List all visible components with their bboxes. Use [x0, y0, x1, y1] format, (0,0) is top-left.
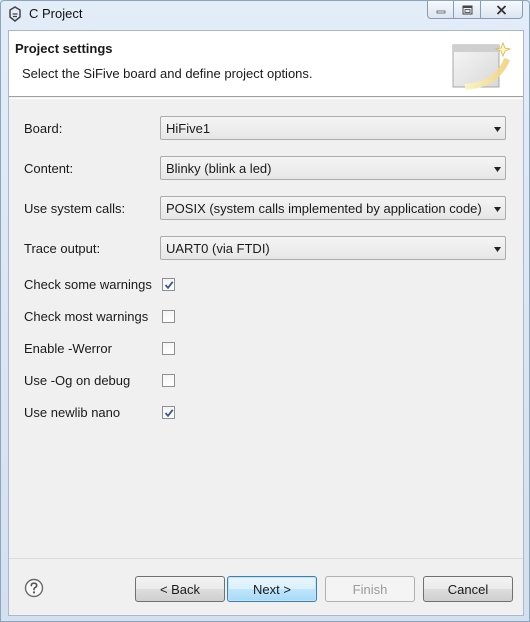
check-some-warnings-checkbox[interactable]	[162, 278, 175, 291]
wizard-banner-icon	[452, 41, 512, 90]
chevron-down-icon	[494, 247, 501, 252]
trace-output-select[interactable]: UART0 (via FTDI)	[160, 236, 506, 260]
chevron-down-icon	[494, 207, 501, 212]
board-select[interactable]: HiFive1	[160, 116, 506, 140]
maximize-button[interactable]	[454, 1, 481, 19]
page-description: Select the SiFive board and define proje…	[22, 66, 313, 81]
dialog-window: C Project Project settings Select the Si…	[0, 0, 530, 622]
next-button[interactable]: Next >	[227, 576, 317, 602]
content-label: Content:	[24, 161, 74, 176]
system-calls-label: Use system calls:	[24, 201, 126, 216]
enable-werror-checkbox[interactable]	[162, 342, 175, 355]
wizard-header: Project settings Select the SiFive board…	[9, 31, 523, 97]
window-title: C Project	[29, 6, 83, 21]
header-separator	[9, 98, 523, 99]
page-title: Project settings	[15, 41, 113, 56]
use-newlib-nano-checkbox[interactable]	[162, 406, 175, 419]
content-select-value: Blinky (blink a led)	[166, 161, 272, 176]
check-some-warnings-label: Check some warnings	[24, 277, 152, 292]
content-select[interactable]: Blinky (blink a led)	[160, 156, 506, 180]
maximize-icon	[462, 5, 472, 14]
system-calls-select-value: POSIX (system calls implemented by appli…	[166, 201, 482, 216]
checkmark-icon	[164, 281, 174, 290]
minimize-button[interactable]	[427, 1, 454, 19]
chevron-down-icon	[494, 127, 501, 132]
cancel-button[interactable]: Cancel	[423, 576, 513, 602]
eclipse-c-project-icon	[9, 6, 21, 22]
trace-output-label: Trace output:	[24, 241, 101, 256]
use-og-debug-checkbox[interactable]	[162, 374, 175, 387]
board-label: Board:	[24, 121, 63, 136]
close-button[interactable]	[481, 1, 523, 19]
system-calls-select[interactable]: POSIX (system calls implemented by appli…	[160, 196, 506, 220]
dialog-client-area: Project settings Select the SiFive board…	[8, 30, 524, 616]
minimize-icon	[436, 10, 445, 13]
close-icon	[496, 4, 507, 15]
enable-werror-label: Enable -Werror	[24, 341, 112, 356]
board-select-value: HiFive1	[166, 121, 211, 136]
use-og-debug-label: Use -Og on debug	[24, 373, 131, 388]
help-icon[interactable]	[24, 578, 44, 598]
back-button[interactable]: < Back	[135, 576, 225, 602]
checkmark-icon	[164, 409, 174, 418]
finish-button[interactable]: Finish	[325, 576, 415, 602]
footer-separator	[9, 558, 523, 559]
title-bar[interactable]: C Project	[1, 1, 529, 28]
check-most-warnings-label: Check most warnings	[24, 309, 149, 324]
chevron-down-icon	[494, 167, 501, 172]
trace-output-select-value: UART0 (via FTDI)	[166, 241, 270, 256]
check-most-warnings-checkbox[interactable]	[162, 310, 175, 323]
use-newlib-nano-label: Use newlib nano	[24, 405, 121, 420]
